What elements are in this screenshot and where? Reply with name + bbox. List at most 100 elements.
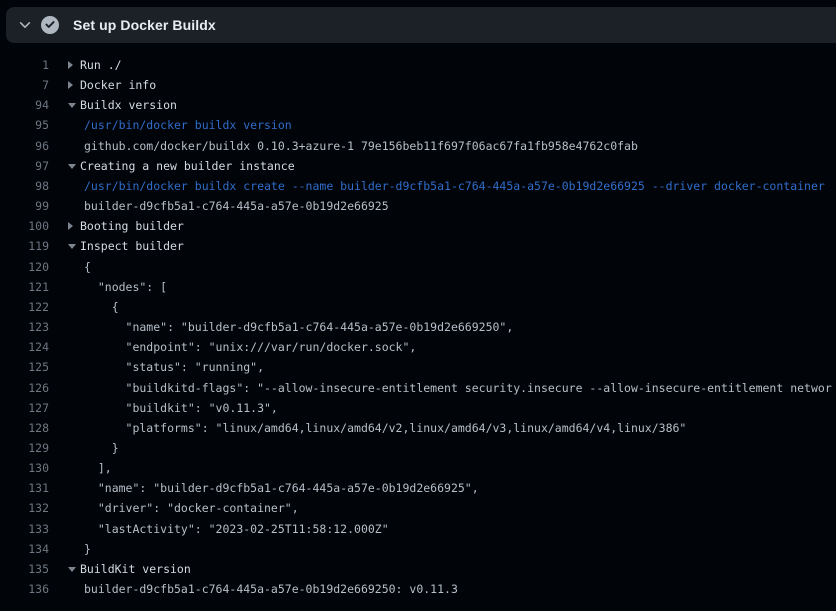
line-number[interactable]: 120 <box>0 257 49 277</box>
log-text: builder-d9cfb5a1-c764-445a-a57e-0b19d2e6… <box>84 196 389 216</box>
log-line: 133 "lastActivity": "2023-02-25T11:58:12… <box>0 519 836 539</box>
log-line: 119 Inspect builder <box>0 236 836 256</box>
log-group-title: Run ./ <box>80 58 122 72</box>
line-number[interactable]: 100 <box>0 216 49 236</box>
triangle-down-icon[interactable] <box>68 236 80 256</box>
line-number[interactable]: 1 <box>0 55 49 75</box>
step-success-check-icon <box>41 16 59 34</box>
line-number[interactable]: 95 <box>0 115 49 135</box>
log-line: 99 builder-d9cfb5a1-c764-445a-a57e-0b19d2… <box>0 196 836 216</box>
line-number[interactable]: 121 <box>0 277 49 297</box>
line-number[interactable]: 97 <box>0 156 49 176</box>
log-text: "endpoint": "unix:///var/run/docker.sock… <box>84 337 416 357</box>
line-number[interactable]: 126 <box>0 378 49 398</box>
line-number[interactable]: 131 <box>0 478 49 498</box>
line-number[interactable]: 127 <box>0 398 49 418</box>
line-number[interactable]: 133 <box>0 519 49 539</box>
log-text: } <box>84 539 91 559</box>
log-line: 135 BuildKit version <box>0 559 836 579</box>
log-group-toggle[interactable]: Buildx version <box>68 95 177 115</box>
log-text: "buildkitd-flags": "--allow-insecure-ent… <box>84 378 832 398</box>
log-line: 127 "buildkit": "v0.11.3", <box>0 398 836 418</box>
line-number[interactable]: 7 <box>0 75 49 95</box>
log-text: { <box>84 257 91 277</box>
line-number[interactable]: 123 <box>0 317 49 337</box>
log-line: 1 Run ./ <box>0 55 836 75</box>
log-group-title: Buildx version <box>80 98 177 112</box>
log-text: /usr/bin/docker buildx create --name bui… <box>84 176 825 196</box>
line-number[interactable]: 96 <box>0 136 49 156</box>
line-number[interactable]: 136 <box>0 579 49 599</box>
log-line: 125 "status": "running", <box>0 357 836 377</box>
line-number[interactable]: 124 <box>0 337 49 357</box>
line-number[interactable]: 94 <box>0 95 49 115</box>
log-group-title: Docker info <box>80 78 156 92</box>
log-line: 132 "driver": "docker-container", <box>0 498 836 518</box>
log-text: "buildkit": "v0.11.3", <box>84 398 278 418</box>
line-number[interactable]: 132 <box>0 498 49 518</box>
triangle-down-icon[interactable] <box>68 156 80 176</box>
log-line: 94 Buildx version <box>0 95 836 115</box>
log-line: 98/usr/bin/docker buildx create --name b… <box>0 176 836 196</box>
log-line: 131 "name": "builder-d9cfb5a1-c764-445a-… <box>0 478 836 498</box>
line-number[interactable]: 135 <box>0 559 49 579</box>
log-text: "lastActivity": "2023-02-25T11:58:12.000… <box>84 519 389 539</box>
log-lines: 1 Run ./ 7 Docker info 94 Buildx version 95/us… <box>0 55 836 599</box>
line-number[interactable]: 129 <box>0 438 49 458</box>
triangle-right-icon[interactable] <box>68 75 80 95</box>
step-header-set-up-docker-buildx[interactable]: Set up Docker Buildx <box>6 7 836 43</box>
log-text: "name": "builder-d9cfb5a1-c764-445a-a57e… <box>84 478 479 498</box>
chevron-down-icon[interactable] <box>18 18 32 32</box>
log-text: ], <box>84 458 112 478</box>
log-group-toggle[interactable]: Inspect builder <box>68 236 184 256</box>
log-line: 123 "name": "builder-d9cfb5a1-c764-445a-… <box>0 317 836 337</box>
chevron-down-icon-glyph <box>18 18 32 32</box>
triangle-right-icon[interactable] <box>68 55 80 75</box>
log-text: github.com/docker/buildx 0.10.3+azure-1 … <box>84 136 638 156</box>
log-group-title: BuildKit version <box>80 562 191 576</box>
line-number[interactable]: 122 <box>0 297 49 317</box>
log-text: /usr/bin/docker buildx version <box>84 115 292 135</box>
log-text: "status": "running", <box>84 357 264 377</box>
line-number[interactable]: 130 <box>0 458 49 478</box>
log-text: "name": "builder-d9cfb5a1-c764-445a-a57e… <box>84 317 513 337</box>
log-line: 120 { <box>0 257 836 277</box>
log-group-toggle[interactable]: BuildKit version <box>68 559 191 579</box>
log-line: 136 builder-d9cfb5a1-c764-445a-a57e-0b19d… <box>0 579 836 599</box>
log-line: 7 Docker info <box>0 75 836 95</box>
line-number[interactable]: 128 <box>0 418 49 438</box>
line-number[interactable]: 119 <box>0 236 49 256</box>
line-number[interactable]: 134 <box>0 539 49 559</box>
log-text: "driver": "docker-container", <box>84 498 299 518</box>
log-line: 134} <box>0 539 836 559</box>
log-line: 122 { <box>0 297 836 317</box>
log-line: 100 Booting builder <box>0 216 836 236</box>
log-group-title: Inspect builder <box>80 239 184 253</box>
step-title: Set up Docker Buildx <box>73 17 216 33</box>
log-text: } <box>84 438 119 458</box>
log-line: 126 "buildkitd-flags": "--allow-insecure… <box>0 378 836 398</box>
log-line: 121 "nodes": [ <box>0 277 836 297</box>
log-line: 95/usr/bin/docker buildx version <box>0 115 836 135</box>
line-number[interactable]: 99 <box>0 196 49 216</box>
log-line: 124 "endpoint": "unix:///var/run/docker.… <box>0 337 836 357</box>
log-text: "nodes": [ <box>84 277 167 297</box>
log-text: builder-d9cfb5a1-c764-445a-a57e-0b19d2e6… <box>84 579 458 599</box>
log-group-title: Creating a new builder instance <box>80 159 295 173</box>
triangle-down-icon[interactable] <box>68 559 80 579</box>
triangle-right-icon[interactable] <box>68 216 80 236</box>
log-group-toggle[interactable]: Run ./ <box>68 55 122 75</box>
log-line: 129 } <box>0 438 836 458</box>
log-group-toggle[interactable]: Creating a new builder instance <box>68 156 295 176</box>
log-line: 97 Creating a new builder instance <box>0 156 836 176</box>
log-line: 128 "platforms": "linux/amd64,linux/amd6… <box>0 418 836 438</box>
triangle-down-icon[interactable] <box>68 95 80 115</box>
log-text: "platforms": "linux/amd64,linux/amd64/v2… <box>84 418 686 438</box>
line-number[interactable]: 125 <box>0 357 49 377</box>
log-group-title: Booting builder <box>80 219 184 233</box>
log-line: 96 github.com/docker/buildx 0.10.3+azure-… <box>0 136 836 156</box>
log-group-toggle[interactable]: Booting builder <box>68 216 184 236</box>
log-line: 130 ], <box>0 458 836 478</box>
line-number[interactable]: 98 <box>0 176 49 196</box>
log-group-toggle[interactable]: Docker info <box>68 75 156 95</box>
